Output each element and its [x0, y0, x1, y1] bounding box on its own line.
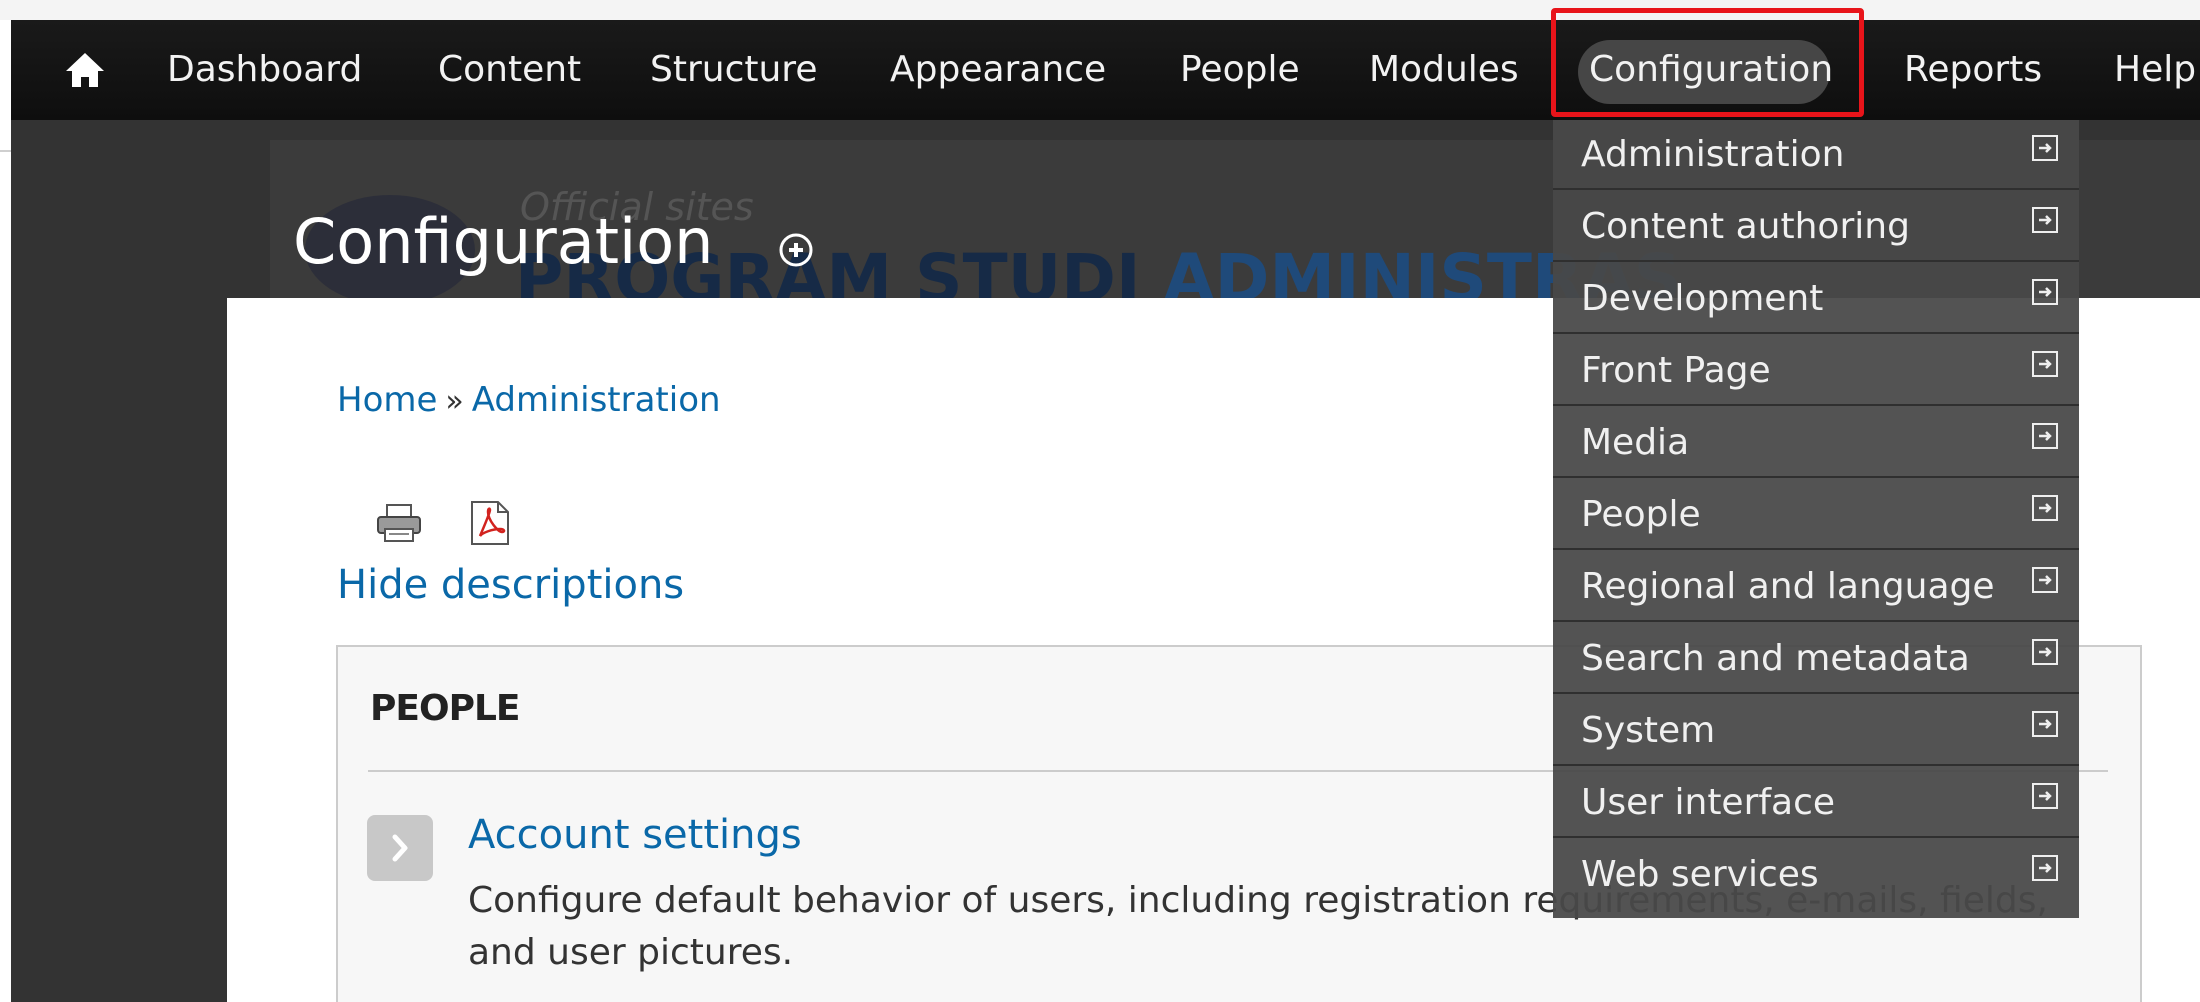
- admin-toolbar: Dashboard Content Structure Appearance P…: [11, 20, 2200, 120]
- dropdown-item-label: Search and metadata: [1581, 638, 1970, 679]
- page-title: Configuration: [293, 205, 714, 278]
- toolbar-item-help[interactable]: Help: [2114, 20, 2196, 120]
- dropdown-item-media[interactable]: Media: [1553, 408, 2079, 478]
- dropdown-item-label: Regional and language: [1581, 566, 1995, 607]
- account-settings-link[interactable]: Account settings: [468, 812, 802, 858]
- left-divider: [0, 150, 11, 152]
- pdf-icon[interactable]: [468, 500, 512, 546]
- expand-arrow-button[interactable]: [367, 815, 433, 881]
- submenu-arrow-icon: [2032, 351, 2058, 377]
- dropdown-item-label: Media: [1581, 422, 1690, 463]
- dropdown-item-label: Front Page: [1581, 350, 1771, 391]
- dropdown-item-front-page[interactable]: Front Page: [1553, 336, 2079, 406]
- toolbar-item-structure[interactable]: Structure: [650, 20, 817, 120]
- chevron-right-icon: [392, 834, 408, 862]
- dropdown-item-label: User interface: [1581, 782, 1836, 823]
- breadcrumb-admin-link[interactable]: Administration: [472, 380, 721, 420]
- dropdown-item-user-interface[interactable]: User interface: [1553, 768, 2079, 838]
- dropdown-item-administration[interactable]: Administration: [1553, 120, 2079, 190]
- submenu-arrow-icon: [2032, 423, 2058, 449]
- highlight-box: [1551, 8, 1864, 117]
- dropdown-item-label: Web services: [1581, 854, 1819, 895]
- dropdown-item-system[interactable]: System: [1553, 696, 2079, 766]
- dropdown-item-web-services[interactable]: Web services: [1553, 840, 2079, 910]
- dropdown-item-label: People: [1581, 494, 1701, 535]
- toolbar-item-dashboard[interactable]: Dashboard: [167, 20, 362, 120]
- submenu-arrow-icon: [2032, 783, 2058, 809]
- dropdown-item-label: Content authoring: [1581, 206, 1910, 247]
- submenu-arrow-icon: [2032, 639, 2058, 665]
- breadcrumb-separator: »: [445, 384, 464, 419]
- toolbar-item-modules[interactable]: Modules: [1369, 20, 1519, 120]
- dropdown-item-development[interactable]: Development: [1553, 264, 2079, 334]
- dropdown-item-regional-and-language[interactable]: Regional and language: [1553, 552, 2079, 622]
- submenu-arrow-icon: [2032, 855, 2058, 881]
- toolbar-item-people[interactable]: People: [1180, 20, 1300, 120]
- submenu-arrow-icon: [2032, 495, 2058, 521]
- home-icon[interactable]: [62, 47, 108, 93]
- submenu-arrow-icon: [2032, 207, 2058, 233]
- dropdown-item-search-and-metadata[interactable]: Search and metadata: [1553, 624, 2079, 694]
- add-shortcut-icon[interactable]: [776, 230, 816, 270]
- hide-descriptions-link[interactable]: Hide descriptions: [337, 562, 684, 608]
- dropdown-item-label: System: [1581, 710, 1716, 751]
- submenu-arrow-icon: [2032, 711, 2058, 737]
- breadcrumb: Home» Administration: [337, 380, 721, 420]
- dropdown-item-label: Development: [1581, 278, 1824, 319]
- dropdown-item-content-authoring[interactable]: Content authoring: [1553, 192, 2079, 262]
- submenu-arrow-icon: [2032, 279, 2058, 305]
- toolbar-item-appearance[interactable]: Appearance: [890, 20, 1106, 120]
- toolbar-item-content[interactable]: Content: [438, 20, 581, 120]
- dropdown-item-people[interactable]: People: [1553, 480, 2079, 550]
- configuration-dropdown-menu: Administration Content authoring Develop…: [1553, 120, 2079, 918]
- breadcrumb-home-link[interactable]: Home: [337, 380, 437, 420]
- section-title: PEOPLE: [370, 688, 520, 729]
- print-icon[interactable]: [375, 503, 423, 545]
- submenu-arrow-icon: [2032, 135, 2058, 161]
- top-strip: [0, 0, 2200, 20]
- dropdown-item-label: Administration: [1581, 134, 1845, 175]
- submenu-arrow-icon: [2032, 567, 2058, 593]
- toolbar-item-reports[interactable]: Reports: [1904, 20, 2042, 120]
